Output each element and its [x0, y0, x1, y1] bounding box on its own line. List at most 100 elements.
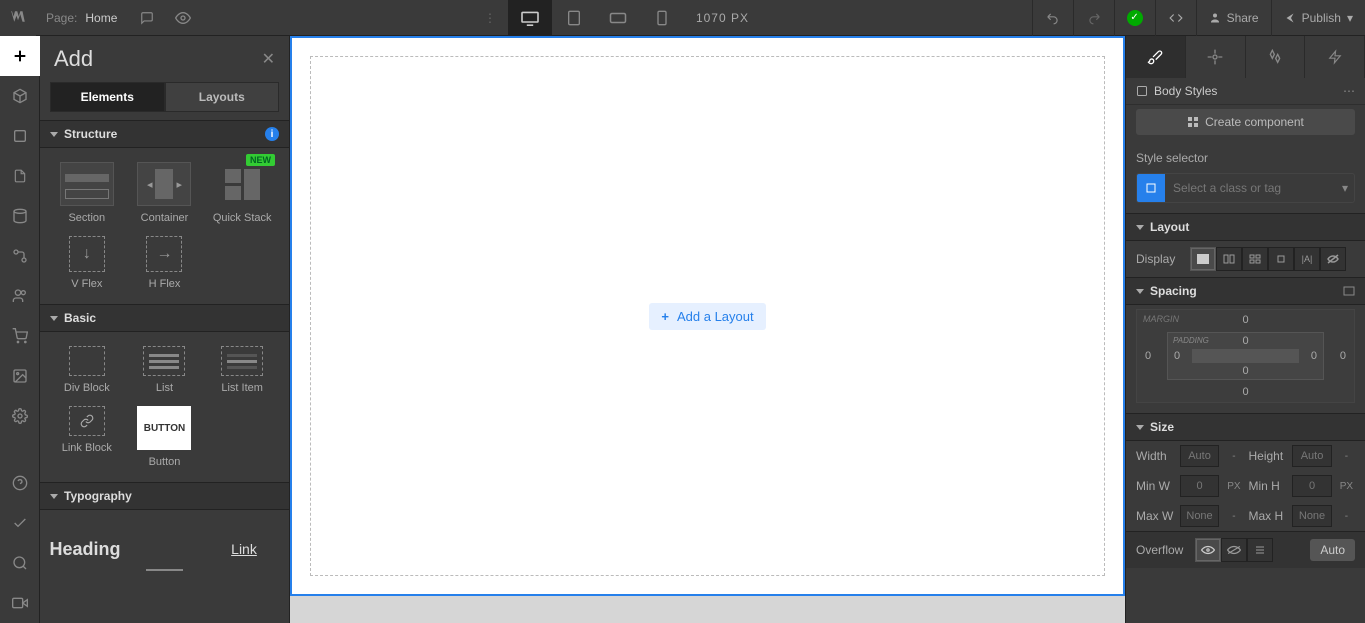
- display-block-button[interactable]: [1190, 247, 1216, 271]
- nav-logic-icon[interactable]: [0, 236, 40, 276]
- overflow-hidden-button[interactable]: [1221, 538, 1247, 562]
- undo-button[interactable]: [1032, 0, 1073, 36]
- section-structure[interactable]: Structure i: [40, 120, 289, 148]
- item-vflex[interactable]: ↓ V Flex: [50, 232, 124, 294]
- maxh-label: Max H: [1249, 509, 1287, 523]
- padding-top-value[interactable]: 0: [1242, 335, 1248, 347]
- spacing-editor[interactable]: MARGIN 0 0 0 0 PADDING 0 0 0 0: [1136, 309, 1355, 403]
- page-name[interactable]: Home: [85, 11, 129, 25]
- nav-assets-icon[interactable]: [0, 356, 40, 396]
- nav-pages-icon[interactable]: [0, 156, 40, 196]
- padding-left-value[interactable]: 0: [1174, 350, 1180, 362]
- display-grid-button[interactable]: [1242, 247, 1268, 271]
- expand-spacing-icon[interactable]: [1343, 286, 1355, 296]
- margin-bottom-value[interactable]: 0: [1242, 386, 1248, 398]
- canvas-width[interactable]: 1070 PX: [684, 11, 761, 25]
- comment-icon[interactable]: [129, 0, 165, 36]
- item-list[interactable]: List: [128, 342, 202, 398]
- section-basic[interactable]: Basic: [40, 304, 289, 332]
- nav-settings-icon[interactable]: [0, 396, 40, 436]
- add-elements-button[interactable]: [0, 36, 40, 76]
- section-spacing[interactable]: Spacing: [1126, 277, 1365, 305]
- nav-search-icon[interactable]: [0, 543, 40, 583]
- nav-users-icon[interactable]: [0, 276, 40, 316]
- width-input[interactable]: Auto: [1180, 445, 1220, 467]
- create-component-button[interactable]: Create component: [1136, 109, 1355, 135]
- margin-right-value[interactable]: 0: [1340, 350, 1346, 362]
- padding-label: PADDING: [1173, 336, 1209, 345]
- display-flex-button[interactable]: [1216, 247, 1242, 271]
- overflow-auto-button[interactable]: Auto: [1310, 539, 1355, 561]
- minw-input[interactable]: 0: [1180, 475, 1220, 497]
- minh-input[interactable]: 0: [1292, 475, 1332, 497]
- display-inlineblock-button[interactable]: [1268, 247, 1294, 271]
- status-indicator[interactable]: ✓: [1114, 0, 1155, 36]
- breakpoint-mobile-button[interactable]: [640, 0, 684, 36]
- width-label: Width: [1136, 449, 1174, 463]
- item-quickstack[interactable]: NEW Quick Stack: [205, 158, 279, 228]
- section-size[interactable]: Size: [1126, 413, 1365, 441]
- display-none-button[interactable]: [1320, 247, 1346, 271]
- overflow-visible-button[interactable]: [1195, 538, 1221, 562]
- more-dots-icon[interactable]: ⋯: [1343, 84, 1355, 98]
- margin-label: MARGIN: [1143, 314, 1179, 324]
- item-linkblock[interactable]: Link Block: [50, 402, 124, 472]
- redo-button[interactable]: [1073, 0, 1114, 36]
- item-paragraph[interactable]: [130, 520, 199, 578]
- nav-cube-icon[interactable]: [0, 76, 40, 116]
- share-button[interactable]: Share: [1196, 0, 1271, 36]
- tab-elements[interactable]: Elements: [50, 82, 165, 112]
- section-layout[interactable]: Layout: [1126, 213, 1365, 241]
- display-inline-button[interactable]: |A|: [1294, 247, 1320, 271]
- nav-ecommerce-icon[interactable]: [0, 316, 40, 356]
- maxh-input[interactable]: None: [1292, 505, 1332, 527]
- padding-right-value[interactable]: 0: [1311, 350, 1317, 362]
- body-styles-label: Body Styles: [1154, 84, 1217, 98]
- add-layout-button[interactable]: + Add a Layout: [649, 303, 765, 330]
- item-heading[interactable]: Heading: [50, 535, 120, 564]
- breakpoint-tablet-button[interactable]: [552, 0, 596, 36]
- overflow-scroll-button[interactable]: [1247, 538, 1273, 562]
- tab-settings-gear-icon[interactable]: [1186, 36, 1246, 78]
- preview-eye-icon[interactable]: [165, 0, 201, 36]
- caret-down-icon: [50, 494, 58, 499]
- caret-down-icon: [1136, 425, 1144, 430]
- caret-down-icon: [50, 316, 58, 321]
- webflow-logo-icon[interactable]: [0, 0, 36, 36]
- maxw-input[interactable]: None: [1180, 505, 1220, 527]
- drop-zone[interactable]: + Add a Layout: [310, 56, 1105, 576]
- more-icon[interactable]: ⋮: [472, 0, 508, 36]
- class-selector[interactable]: Select a class or tag ▾: [1136, 173, 1355, 203]
- publish-button[interactable]: Publish ▾: [1271, 0, 1365, 36]
- item-link[interactable]: Link: [209, 537, 279, 561]
- nav-navigator-icon[interactable]: [0, 116, 40, 156]
- nav-cms-icon[interactable]: [0, 196, 40, 236]
- item-section[interactable]: Section: [50, 158, 124, 228]
- breakpoint-desktop-button[interactable]: [508, 0, 552, 36]
- item-hflex[interactable]: → H Flex: [128, 232, 202, 294]
- tab-interactions-drops-icon[interactable]: [1246, 36, 1306, 78]
- padding-bottom-value[interactable]: 0: [1242, 365, 1248, 377]
- item-listitem[interactable]: List Item: [205, 342, 279, 398]
- caret-down-icon: [50, 132, 58, 137]
- tab-layouts[interactable]: Layouts: [165, 82, 280, 112]
- tab-effects-bolt-icon[interactable]: [1305, 36, 1365, 78]
- info-icon[interactable]: i: [265, 127, 279, 141]
- item-container[interactable]: ◂▸ Container: [128, 158, 202, 228]
- item-divblock[interactable]: Div Block: [50, 342, 124, 398]
- tab-style-brush-icon[interactable]: [1126, 36, 1186, 78]
- height-input[interactable]: Auto: [1292, 445, 1332, 467]
- close-icon[interactable]: ✕: [262, 49, 275, 69]
- margin-left-value[interactable]: 0: [1145, 350, 1151, 362]
- code-export-button[interactable]: [1155, 0, 1196, 36]
- nav-help-icon[interactable]: [0, 463, 40, 503]
- nav-video-icon[interactable]: [0, 583, 40, 623]
- item-button[interactable]: BUTTON Button: [128, 402, 202, 472]
- breakpoint-landscape-button[interactable]: [596, 0, 640, 36]
- body-canvas[interactable]: + Add a Layout: [290, 36, 1125, 596]
- nav-audit-icon[interactable]: [0, 503, 40, 543]
- section-typography[interactable]: Typography: [40, 482, 289, 510]
- caret-down-icon: [1136, 225, 1144, 230]
- component-icon: [1187, 116, 1199, 128]
- margin-top-value[interactable]: 0: [1242, 314, 1248, 326]
